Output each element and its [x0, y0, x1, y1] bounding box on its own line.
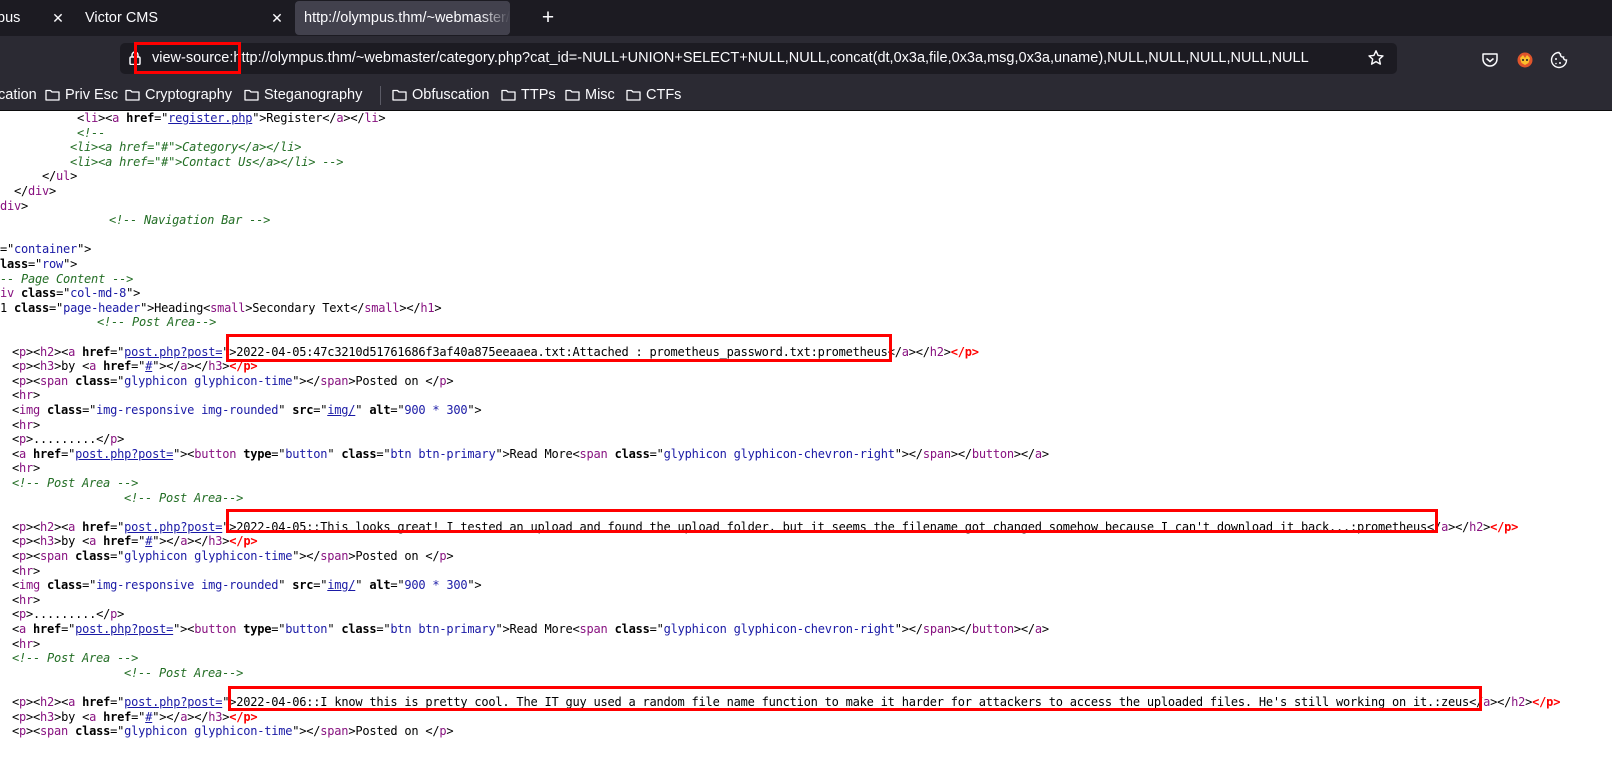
bookmark-folder-ctfs[interactable]: CTFs: [626, 80, 681, 111]
source-line-comment: <!-- Post Area -->: [12, 476, 139, 490]
source-line: <li><a href="register.php">Register</a><…: [0, 111, 386, 125]
source-line: <hr>: [12, 417, 41, 432]
bookmark-label-obfuscation: Obfuscation: [412, 87, 490, 103]
bookmark-star-icon[interactable]: [1367, 49, 1385, 67]
source-line: <hr>: [12, 636, 41, 651]
bookmarks-toolbar: cation Priv Esc Cryptography Steganograp…: [0, 80, 1612, 111]
source-line: div>: [0, 198, 29, 213]
source-line: <hr>: [12, 592, 41, 607]
url-text[interactable]: view-source:http://olympus.thm/~webmaste…: [152, 43, 1309, 74]
source-line: <img class="img-responsive img-rounded" …: [12, 403, 482, 417]
folder-icon: [244, 89, 259, 101]
source-line-comment: <!-- Navigation Bar -->: [53, 213, 271, 228]
source-line-comment: <!-- Post Area -->: [12, 651, 139, 666]
pocket-icon[interactable]: [1481, 51, 1499, 69]
navigation-toolbar: view-source:http://olympus.thm/~webmaste…: [0, 36, 1612, 80]
foxyproxy-extension-icon[interactable]: [1516, 51, 1534, 69]
post-link[interactable]: post.php?post=: [124, 520, 222, 534]
address-bar[interactable]: view-source:http://olympus.thm/~webmaste…: [120, 43, 1397, 74]
source-line: <p><span class="glyphicon glyphicon-time…: [12, 549, 454, 563]
source-line: 1 class="page-header">Heading<small>Seco…: [0, 300, 442, 315]
bookmark-folder-obfuscation[interactable]: Obfuscation: [392, 80, 492, 111]
source-line: <img class="img-responsive img-rounded" …: [12, 578, 482, 593]
source-line: lass="row">: [0, 257, 78, 271]
folder-icon: [501, 89, 516, 101]
post-link[interactable]: post.php?post=: [75, 622, 173, 636]
tab-strip: pus ✕ Victor CMS ✕ http://olympus.thm/~w…: [0, 0, 1612, 36]
source-line: <p>.........</p>: [12, 607, 125, 622]
bookmark-folder-cryptography[interactable]: Cryptography: [125, 80, 237, 111]
source-line: ="container">: [0, 242, 92, 257]
source-line: <a href="post.php?post="><button type="b…: [12, 622, 1049, 636]
bookmark-label-priv-esc: Priv Esc: [65, 87, 119, 103]
source-line: <p><h3>by <a href="#"></a></h3></p>: [12, 534, 258, 549]
tab-2-label: Victor CMS: [85, 10, 159, 26]
bookmark-label-ctfs: CTFs: [646, 87, 682, 103]
source-line: <p><span class="glyphicon glyphicon-time…: [12, 373, 454, 388]
new-tab-button[interactable]: +: [536, 0, 560, 36]
bookmark-folder-priv-esc[interactable]: Priv Esc: [45, 80, 120, 111]
source-line: <hr>: [12, 461, 41, 476]
bookmark-label-misc: Misc: [585, 87, 615, 103]
bookmark-label-cation: cation: [0, 87, 37, 103]
source-line: <hr>: [12, 563, 41, 578]
tab-view-source-active[interactable]: http://olympus.thm/~webmaster/category.p…: [295, 1, 510, 35]
source-line-comment: <li><a href="#">Category</a></li>: [0, 140, 302, 155]
bookmark-folder-ttps[interactable]: TTPs: [501, 80, 561, 111]
source-line: <hr>: [12, 388, 41, 403]
img-link[interactable]: img/: [327, 578, 355, 592]
url-rest: http://olympus.thm/~webmaster/category.p…: [233, 50, 1309, 66]
post-link[interactable]: post.php?post=: [124, 695, 222, 709]
register-link[interactable]: register.php: [168, 111, 252, 125]
tab-victor-cms[interactable]: Victor CMS: [70, 0, 290, 36]
source-line: <a href="post.php?post="><button type="b…: [12, 446, 1049, 461]
tab-2-close-icon[interactable]: ✕: [265, 0, 289, 36]
post-link[interactable]: post.php?post=: [75, 447, 173, 461]
source-line-comment: <!-- Post Area-->: [97, 315, 217, 330]
bookmark-label-cryptography: Cryptography: [145, 87, 233, 103]
source-line-comment: <!-- Post Area-->: [124, 490, 244, 505]
folder-icon: [565, 89, 580, 101]
folder-icon: [626, 89, 641, 101]
page-source-viewer: <li><a href="register.php">Register</a><…: [0, 111, 1612, 759]
leaked-post-data: 2022-04-05:47c3210d51761686f3af40a875eea…: [236, 344, 888, 359]
folder-icon: [125, 89, 140, 101]
source-line: <p><h3>by <a href="#"></a></h3></p>: [12, 709, 258, 724]
source-line-post-title: <p><h2><a href="post.php?post=">2022-04-…: [12, 344, 979, 359]
tab-1-close-icon[interactable]: ✕: [46, 0, 70, 36]
source-line-comment: <!--: [0, 125, 106, 140]
cookie-extension-icon[interactable]: [1550, 51, 1568, 69]
source-line: <p><h3>by <a href="#"></a></h3></p>: [12, 359, 258, 374]
img-link[interactable]: img/: [327, 403, 355, 417]
leaked-post-data: 2022-04-05::This looks great! I tested a…: [236, 519, 1428, 534]
source-line-comment: -- Page Content -->: [0, 271, 134, 286]
source-line-comment: <li><a href="#">Contact Us</a></li> -->: [0, 154, 344, 169]
bookmark-folder-misc[interactable]: Misc: [565, 80, 617, 111]
source-line: </ul>: [0, 169, 78, 184]
tab-1-label: pus: [0, 10, 21, 26]
bookmark-folder-cation[interactable]: cation: [0, 80, 43, 111]
source-line-comment: <!-- Post Area-->: [124, 665, 244, 680]
source-line: <p>.........</p>: [12, 432, 125, 447]
folder-icon: [45, 89, 60, 101]
bookmark-label-ttps: TTPs: [521, 87, 556, 103]
source-line: iv class="col-md-8">: [0, 286, 141, 301]
bookmarks-separator: [380, 86, 381, 105]
folder-icon: [392, 89, 407, 101]
lock-icon[interactable]: [129, 51, 141, 65]
bookmark-label-steganography: Steganography: [264, 87, 363, 103]
source-line-post-title: <p><h2><a href="post.php?post=">2022-04-…: [12, 695, 1561, 709]
source-line: </div>: [0, 184, 57, 198]
url-prefix: view-source:: [152, 50, 234, 66]
source-line-post-title: <p><h2><a href="post.php?post=">2022-04-…: [12, 519, 1519, 534]
source-line: <p><span class="glyphicon glyphicon-time…: [12, 724, 454, 739]
post-link[interactable]: post.php?post=: [124, 345, 222, 359]
bookmark-folder-steganography[interactable]: Steganography: [244, 80, 369, 111]
leaked-post-data: 2022-04-06::I know this is pretty cool. …: [236, 695, 1470, 709]
